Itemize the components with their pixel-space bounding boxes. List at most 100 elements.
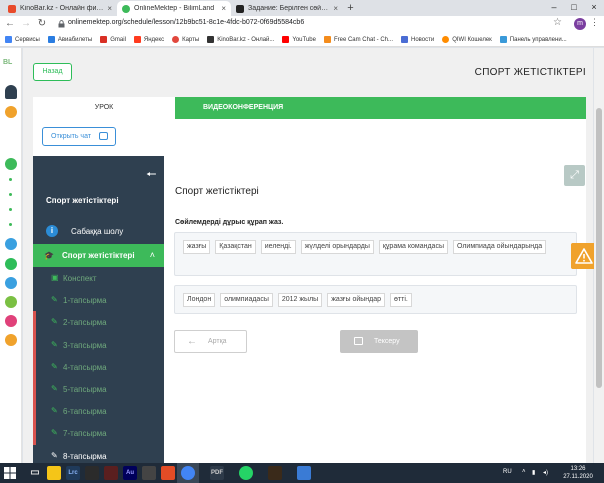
bookmark-star-icon[interactable]: ☆ [553, 17, 562, 28]
previous-button[interactable]: ← Артқа [174, 330, 247, 353]
new-tab-button[interactable]: + [344, 2, 357, 14]
user-avatar[interactable] [5, 85, 17, 99]
coins-icon[interactable] [5, 106, 17, 118]
sidebar-item-summary[interactable]: ▣ Конспект [33, 267, 164, 289]
browser-menu-icon[interactable]: ⋮ [590, 17, 599, 28]
bookmark-kinobar[interactable]: KinoBar.kz - Онлай... [207, 36, 274, 43]
word-chip[interactable]: Олимпиада ойындарында [452, 240, 547, 254]
bookmark-freecam[interactable]: Free Cam Chat - Ch... [323, 36, 393, 43]
sidebar-group-topic[interactable]: 🎓 Спорт жетістіктері ˄ [33, 244, 164, 267]
sidebar-item-task-6[interactable]: ✎ 6-тапсырма [33, 400, 164, 423]
word-chip[interactable]: жүлделі орындарды [300, 240, 374, 254]
bookmark-panel[interactable]: Панель управлени... [499, 36, 567, 43]
word-chip[interactable]: жазғы [183, 240, 211, 254]
browser-tab-onlinemektep[interactable]: OnlineMektep - BilimLand × [117, 1, 231, 16]
app-icon[interactable] [297, 466, 311, 480]
menu-dot-icon [9, 223, 12, 226]
answer-word-chip[interactable]: 2012 жылы [277, 293, 323, 307]
sidebar-item-task-5[interactable]: ✎ 5-тапсырма [33, 377, 164, 401]
reload-icon[interactable]: ↻ [35, 17, 49, 31]
word-chip[interactable]: иеленді. [260, 240, 296, 254]
calendar-icon[interactable] [5, 277, 17, 289]
word-chip[interactable]: құрама командасы [378, 240, 448, 254]
games-icon[interactable] [5, 296, 17, 308]
sidebar-item-task-3[interactable]: ✎ 3-тапсырма [33, 333, 164, 356]
forward-arrow-icon[interactable]: → [19, 17, 33, 31]
bookmark-services[interactable]: Сервисы [5, 36, 40, 43]
app-icon[interactable] [142, 466, 156, 480]
system-clock[interactable]: 13:26 27.11.2020 [560, 465, 596, 481]
bookmark-gmail[interactable]: Gmail [100, 36, 126, 43]
bookmark-news[interactable]: Новости [400, 36, 434, 43]
answer-word-chip[interactable]: олимпиадасы [220, 293, 273, 307]
menu-dot-icon [9, 208, 12, 211]
file-explorer-icon[interactable] [47, 466, 61, 480]
maximize-button[interactable]: □ [564, 0, 584, 16]
url-field[interactable]: onlinemektep.org/schedule/lesson/12b9bc5… [68, 19, 304, 26]
sidebar-item-overview[interactable]: i Сабаққа шолу [33, 220, 164, 242]
sidebar-item-task-4[interactable]: ✎ 4-тапсырма [33, 355, 164, 378]
scrollbar-thumb[interactable] [596, 108, 602, 388]
windows-start-icon[interactable] [4, 467, 16, 479]
lessons-icon[interactable] [5, 158, 17, 170]
browser-tab-kinobar[interactable]: KinoBar.kz - Онлайн фильмы и се × [3, 1, 117, 16]
browser-tab-task[interactable]: Задание: Берілген сөйлемдерд × [231, 1, 343, 16]
volume-icon[interactable]: ◂) [543, 469, 548, 476]
page-scrollbar[interactable] [594, 48, 604, 463]
app-icon[interactable] [85, 466, 99, 480]
collapse-arrow-icon[interactable]: 🠔 [146, 168, 157, 180]
tab-lesson[interactable]: УРОК [33, 97, 175, 119]
apps-grid-icon [5, 36, 12, 43]
answer-word-chip[interactable]: Лондон [183, 293, 216, 307]
fullscreen-expand-icon[interactable]: ⤢ [564, 165, 585, 186]
tasks-icon[interactable] [5, 315, 17, 327]
back-arrow-icon[interactable]: ← [3, 17, 17, 31]
sidebar-title: Спорт жетістіктері [46, 196, 119, 205]
tray-chevron-icon[interactable]: ˄ [522, 469, 526, 475]
bookmark-maps[interactable]: Карты [172, 36, 199, 43]
chevron-up-icon[interactable]: ˄ [150, 250, 155, 260]
checkbox-icon [354, 337, 363, 345]
sidebar-item-task-1[interactable]: ✎ 1-тапсырма [33, 289, 164, 311]
task-view-icon[interactable]: ▭ [28, 466, 42, 480]
brand-logo: BL [3, 59, 13, 66]
chrome-icon[interactable] [181, 466, 195, 480]
close-icon[interactable]: × [221, 4, 226, 13]
audition-icon[interactable]: Au [123, 466, 137, 480]
app-icon[interactable] [268, 466, 282, 480]
close-icon[interactable]: × [107, 4, 112, 13]
network-icon[interactable]: ▮ [532, 469, 535, 476]
lightroom-icon[interactable]: Lrc [66, 466, 80, 480]
bookmark-aviabilety[interactable]: Авиабилеты [47, 36, 92, 43]
bookmark-qiwi[interactable]: QIWI Кошелек [442, 36, 492, 43]
sidebar-item-task-2[interactable]: ✎ 2-тапсырма [33, 311, 164, 334]
close-icon[interactable]: × [333, 4, 338, 13]
library-icon[interactable] [5, 258, 17, 270]
open-chat-button[interactable]: Открыть чат [42, 127, 116, 146]
answer-word-chip[interactable]: жазғы ойындар [327, 293, 386, 307]
close-window-button[interactable]: × [584, 0, 604, 16]
app-icon[interactable] [161, 466, 175, 480]
kinobar-favicon-icon [8, 4, 16, 13]
info-icon: i [46, 225, 58, 237]
media-icon[interactable] [104, 466, 118, 480]
bookmark-youtube[interactable]: YouTube [282, 36, 316, 43]
tab-videoconference[interactable]: ВИДЕОКОНФЕРЕНЦИЯ [175, 97, 586, 119]
answer-word-chip[interactable]: өтті. [390, 293, 412, 307]
app-icon[interactable]: PDF [210, 466, 224, 480]
minimize-button[interactable]: – [544, 0, 564, 16]
sidebar-item-task-7[interactable]: ✎ 7-тапсырма [33, 422, 164, 445]
book-icon: ▣ [51, 273, 59, 282]
word-chip[interactable]: Қазақстан [215, 240, 256, 254]
profile-avatar[interactable]: m [574, 18, 586, 30]
check-button[interactable]: Тексеру [340, 330, 418, 353]
help-icon[interactable] [5, 238, 17, 250]
bookmark-yandex[interactable]: Яндекс [133, 36, 164, 43]
platform-left-strip: BL [0, 48, 22, 463]
back-button[interactable]: Назад [33, 63, 72, 81]
edit-icon: ✎ [51, 339, 58, 349]
onlinemektep-favicon-icon [122, 4, 130, 13]
whatsapp-icon[interactable] [239, 466, 253, 480]
language-indicator[interactable]: RU [503, 469, 512, 475]
settings-icon[interactable] [5, 334, 17, 346]
